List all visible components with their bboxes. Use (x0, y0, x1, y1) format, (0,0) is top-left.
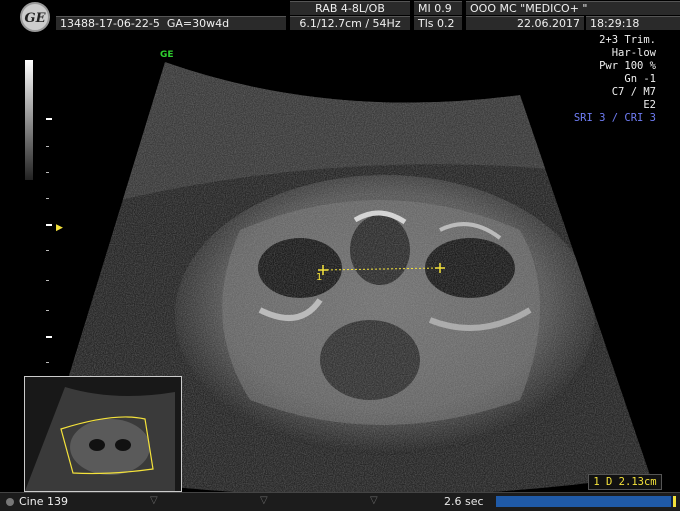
cine-label: Cine 139 (19, 495, 68, 508)
footer-bar: Cine 139 ▽ ▽ ▽ 2.6 sec (0, 492, 680, 511)
preset-label: 2+3 Trim. (599, 34, 656, 46)
focus-marker-icon[interactable]: ▶ (56, 223, 63, 233)
cine-progress-fill (496, 496, 671, 507)
sri-label: SRI 3 / CRI 3 (573, 112, 656, 124)
power-label: Pwr 100 % (599, 60, 656, 72)
caliper-label: 1 (316, 272, 323, 283)
measurement-result: 1 D 2.13cm (588, 474, 662, 490)
soft-key-1-icon[interactable]: ▽ (150, 495, 158, 506)
gain-label: Gn -1 (624, 73, 656, 85)
cine-indicator[interactable]: Cine 139 (6, 494, 68, 510)
grayscale-bar (25, 60, 33, 180)
imaging-parameters: 2+3 Trim. Har-low Pwr 100 % Gn -1 C7 / M… (574, 34, 656, 125)
cine-progress-bar[interactable] (496, 496, 676, 507)
reference-thumbnail[interactable] (24, 376, 182, 492)
thumbnail-image (25, 377, 181, 491)
soft-key-3-icon[interactable]: ▽ (370, 495, 378, 506)
cine-duration: 2.6 sec (444, 495, 484, 508)
ge-orientation-mark: GE (160, 50, 174, 60)
cine-progress-marker[interactable] (673, 496, 676, 507)
cine-dot-icon (6, 498, 14, 506)
map-label: C7 / M7 (611, 86, 656, 98)
harmonic-label: Har-low (611, 47, 656, 59)
enhance-label: E2 (643, 99, 656, 111)
depth-scale (46, 118, 54, 368)
soft-key-2-icon[interactable]: ▽ (260, 495, 268, 506)
